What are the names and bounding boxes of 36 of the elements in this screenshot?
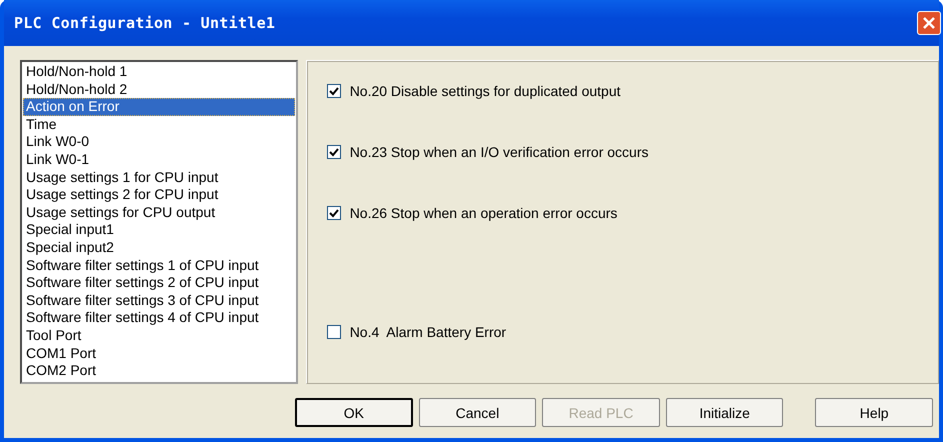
checkbox[interactable] [326, 206, 341, 220]
list-item[interactable]: Link W0-1 [23, 150, 295, 169]
close-button[interactable] [917, 11, 941, 35]
checkbox-label: No.23 Stop when an I/O verification error occurs [350, 144, 648, 160]
list-item[interactable]: Usage settings 1 for CPU input [23, 168, 295, 186]
list-item[interactable]: Usage settings for CPU output [23, 204, 295, 222]
list-item[interactable]: Hold/Non-hold 2 [23, 80, 295, 98]
list-item[interactable]: COM1 Port [23, 344, 295, 362]
close-icon [922, 16, 936, 30]
checkbox-label: No.26 Stop when an operation error occurs [350, 205, 618, 221]
window-title: PLC Configuration - Untitle1 [14, 14, 276, 32]
check-icon [328, 208, 339, 218]
dialog-button[interactable]: Initialize [666, 398, 784, 427]
check-icon [328, 86, 339, 96]
checkbox-label: No.20 Disable settings for duplicated output [350, 83, 621, 99]
list-item[interactable]: Software filter settings 4 of CPU input [23, 309, 295, 327]
list-item[interactable]: Usage settings 2 for CPU input [23, 186, 295, 204]
list-item[interactable]: Software filter settings 2 of CPU input [23, 274, 295, 292]
list-item[interactable]: Action on Error [23, 98, 295, 116]
list-item[interactable]: Software filter settings 3 of CPU input [23, 292, 295, 310]
checkbox[interactable] [326, 145, 341, 159]
list-item[interactable]: Hold/Non-hold 1 [23, 63, 295, 81]
checkbox[interactable] [326, 84, 341, 98]
list-item[interactable]: Special input2 [23, 238, 295, 257]
list-item[interactable]: Time [23, 116, 295, 134]
list-item[interactable]: Special input1 [23, 221, 295, 239]
list-item[interactable]: Tool Port [23, 326, 295, 344]
checkbox-label: No.4 Alarm Battery Error [350, 324, 506, 340]
list-item[interactable]: Link W0-0 [23, 133, 295, 151]
dialog-button[interactable]: OK [295, 398, 413, 427]
dialog-button[interactable]: Cancel [418, 398, 536, 427]
list-item[interactable]: COM2 Port [23, 362, 295, 380]
checkbox[interactable] [326, 325, 341, 339]
check-icon [328, 147, 339, 157]
list-item[interactable]: Software filter settings 1 of CPU input [23, 256, 295, 274]
dialog-button[interactable]: Help [815, 398, 933, 427]
